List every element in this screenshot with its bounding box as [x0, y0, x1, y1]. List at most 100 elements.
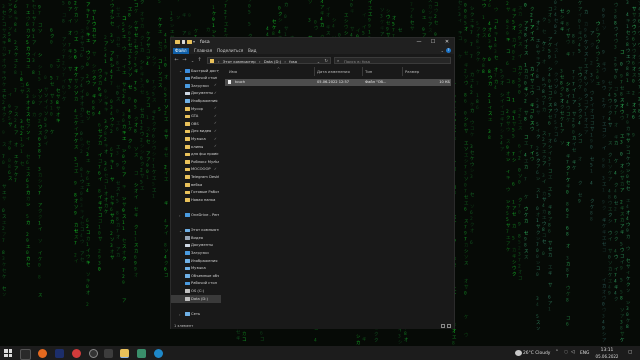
- svg-text:5: 5: [506, 217, 509, 223]
- clock-date[interactable]: 05.06.2022: [594, 354, 620, 359]
- breadcrumb-this-pc[interactable]: Этот компьютер: [223, 59, 256, 64]
- properties-icon[interactable]: [182, 40, 185, 44]
- network-icon[interactable]: ◌: [564, 350, 568, 355]
- details-view-icon[interactable]: [441, 323, 445, 328]
- language-indicator[interactable]: ENG: [580, 351, 589, 356]
- column-date-modified[interactable]: Дата изменения: [317, 69, 350, 74]
- sidebar-item-telegram-desktop[interactable]: Telegram Desktop: [171, 173, 221, 181]
- close-button[interactable]: ✕: [440, 38, 454, 47]
- sidebar-item-быстрый-доступ[interactable]: ⌄Быстрый доступ: [171, 67, 221, 75]
- sidebar-item-музыка[interactable]: Музыка ✓: [171, 135, 221, 143]
- svg-text:4: 4: [266, 26, 269, 32]
- expand-ribbon-icon[interactable]: ⌄: [441, 48, 444, 53]
- file-row[interactable]: touch 05.06.2022 12:57 Файл "OB... 10 КБ: [225, 79, 451, 86]
- large-icons-view-icon[interactable]: [447, 323, 451, 328]
- sidebar-item-музыка[interactable]: Музыка: [171, 265, 221, 273]
- sidebar-item-obs[interactable]: OBS ✓: [171, 120, 221, 128]
- sidebar-item-загрузки[interactable]: Загрузки: [171, 249, 221, 257]
- expand-chevron-icon[interactable]: ›: [179, 213, 181, 218]
- sidebar-item-роблокс-мультики[interactable]: Роблокс Мультики✓: [171, 158, 221, 166]
- sidebar-item-загрузки[interactable]: Загрузки ✓: [171, 82, 221, 90]
- quick-access-dropdown-icon[interactable]: ▾: [193, 39, 195, 44]
- new-folder-icon[interactable]: [187, 40, 192, 44]
- sidebar-item-mocooop[interactable]: MOCOOOP ✓: [171, 166, 221, 174]
- sidebar-item-изображения[interactable]: Изображения ✓: [171, 97, 221, 105]
- telegram-icon[interactable]: [154, 348, 163, 358]
- address-bar[interactable]: › Этот компьютер › Data (D:) › fosa ⌄ ↻: [207, 57, 331, 64]
- start-button[interactable]: [4, 349, 12, 357]
- sidebar-item-видео[interactable]: Видео: [171, 234, 221, 242]
- help-icon[interactable]: ?: [446, 47, 451, 53]
- back-button[interactable]: ←: [173, 57, 180, 64]
- sidebar-item-рабочий-стол[interactable]: Рабочий стол ✓: [171, 75, 221, 83]
- sidebar-item-рабочий-стол[interactable]: Рабочий стол: [171, 280, 221, 288]
- search-input[interactable]: ⌕ Поиск в: fosa: [334, 57, 451, 64]
- recent-locations-button[interactable]: ⌄: [189, 57, 196, 64]
- obs-icon[interactable]: [89, 348, 98, 358]
- svg-text:2: 2: [596, 57, 599, 63]
- sidebar-item-для-фш-проектов[interactable]: для фш проектов✓: [171, 151, 221, 159]
- tab-file[interactable]: Файл: [173, 47, 189, 54]
- tab-view[interactable]: Вид: [246, 48, 259, 54]
- sidebar-item-мусор[interactable]: Мусор ✓: [171, 105, 221, 113]
- breadcrumb-separator[interactable]: ›: [218, 59, 220, 64]
- game-icon[interactable]: [104, 348, 113, 358]
- expand-chevron-icon[interactable]: ⌄: [179, 68, 182, 73]
- sidebar-item-документы[interactable]: Документы: [171, 242, 221, 250]
- sidebar-item-документы[interactable]: Документы ✓: [171, 90, 221, 98]
- sidebar-item-для-видео[interactable]: Для видео ✓: [171, 128, 221, 136]
- column-divider[interactable]: [362, 67, 363, 76]
- sidebar-item-готовые-работы[interactable]: Готовые Работы: [171, 189, 221, 197]
- sidebar-item-onedrive-personal[interactable]: ›OneDrive - Personal: [171, 211, 221, 219]
- column-divider[interactable]: [314, 67, 315, 76]
- forward-button[interactable]: →: [181, 57, 188, 64]
- tab-share[interactable]: Поделиться: [215, 48, 245, 54]
- address-history-dropdown-icon[interactable]: ⌄: [317, 59, 320, 64]
- svg-text:カ: カ: [542, 191, 547, 197]
- sidebar-item-новая-папка[interactable]: Новая папка: [171, 196, 221, 204]
- sidebar-item-сеть[interactable]: › Сеть: [171, 310, 221, 318]
- column-divider[interactable]: [402, 67, 403, 76]
- volume-icon[interactable]: ◁: [571, 350, 575, 355]
- breadcrumb-data-drive[interactable]: Data (D:): [264, 59, 281, 64]
- svg-text:ケ: ケ: [458, 53, 463, 60]
- svg-text:1: 1: [572, 94, 575, 100]
- expand-chevron-icon[interactable]: ⌄: [179, 228, 182, 233]
- sidebar-item-data-d[interactable]: Data (D:): [171, 295, 221, 303]
- breadcrumb-fosa[interactable]: fosa: [289, 59, 297, 64]
- desktop-icon: [185, 281, 190, 286]
- expand-chevron-icon[interactable]: ›: [179, 312, 181, 317]
- premiere-pro-icon[interactable]: [55, 348, 64, 358]
- browser-icon[interactable]: [38, 348, 47, 358]
- tab-home[interactable]: Главная: [192, 48, 214, 54]
- pin-icon: ✓: [214, 90, 217, 95]
- clock-time[interactable]: 13:11: [596, 348, 618, 353]
- sidebar-item-os-c[interactable]: OS (C:): [171, 287, 221, 295]
- tray-overflow-icon[interactable]: ⌃: [555, 350, 559, 355]
- column-type[interactable]: Тип: [365, 69, 372, 74]
- app-icon[interactable]: [72, 348, 81, 358]
- maximize-button[interactable]: ☐: [426, 38, 440, 47]
- task-view-icon[interactable]: [20, 348, 31, 360]
- file-explorer-taskbar-icon[interactable]: [120, 348, 129, 358]
- minimize-button[interactable]: —: [412, 38, 426, 47]
- sidebar-item-label: Готовые Работы: [191, 190, 219, 195]
- sidebar-item-изображения[interactable]: Изображения: [171, 257, 221, 265]
- sidebar-item-объемные-объекты[interactable]: Объемные объекты: [171, 272, 221, 280]
- breadcrumb-separator[interactable]: ›: [259, 59, 261, 64]
- sidebar-item-этот-компьютер[interactable]: ⌄Этот компьютер: [171, 227, 221, 235]
- column-name[interactable]: Имя: [229, 69, 237, 74]
- column-size[interactable]: Размер: [405, 69, 419, 74]
- up-button[interactable]: ↑: [196, 57, 203, 64]
- sidebar-item-клипы[interactable]: клипы ✓: [171, 143, 221, 151]
- refresh-icon[interactable]: ↻: [324, 58, 328, 63]
- weather-text[interactable]: 26°C Cloudy: [523, 351, 550, 356]
- svg-text:0: 0: [2, 160, 5, 166]
- sidebar-item-вебка[interactable]: вебка: [171, 181, 221, 189]
- app-icon[interactable]: [137, 348, 146, 358]
- title-bar[interactable]: ▾ fosa — ☐ ✕: [171, 38, 454, 47]
- notifications-icon[interactable]: ▢: [628, 350, 632, 355]
- breadcrumb-separator[interactable]: ›: [284, 59, 286, 64]
- svg-text:カ: カ: [98, 141, 103, 147]
- sidebar-item-gta[interactable]: GTA ✓: [171, 113, 221, 121]
